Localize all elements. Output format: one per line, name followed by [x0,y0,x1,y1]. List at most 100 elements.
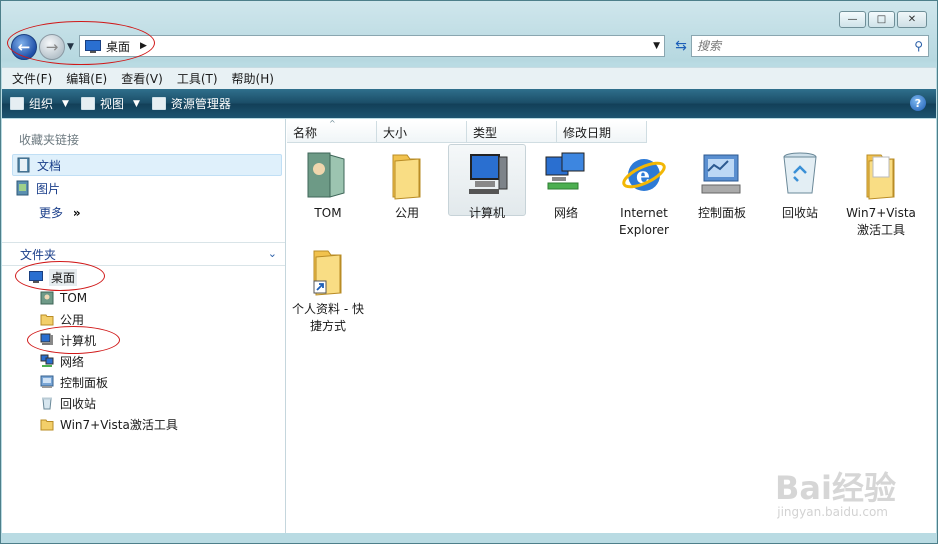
item-label: 个人资料 - 快捷方式 [292,302,364,333]
control-panel-icon [40,375,54,388]
explorer-window: — □ ✕ ← → ▼ 桌面 ▶ ▼ ⇆ ⚲ 文件(F) [0,0,938,544]
network-icon [545,152,585,190]
organize-icon [10,97,24,110]
file-item-activation-tool[interactable]: Win7+Vista 激活工具 [843,147,919,239]
tree-item-label: TOM [60,291,88,305]
file-item-recycle-bin[interactable]: 回收站 [762,147,838,222]
internet-explorer-icon: e [622,159,666,191]
tree-item-label: 计算机 [60,333,97,348]
menu-bar: 文件(F) 编辑(E) 查看(V) 工具(T) 帮助(H) [2,67,936,89]
desktop-icon [29,271,43,283]
file-item-public[interactable]: 公用 [369,147,445,222]
explorer-icon [151,97,166,110]
sort-up-icon: ^ [329,119,336,128]
file-item-computer[interactable]: 计算机 [448,144,526,222]
search-icon[interactable]: ⚲ [914,39,923,53]
item-label: 控制面板 [697,206,746,220]
watermark-logo: Bai经验 [775,469,896,507]
recycle-bin-icon [783,152,817,194]
folders-heading: 文件夹 [20,247,57,262]
minimize-button[interactable]: — [839,11,866,28]
back-button[interactable]: ← [11,34,37,60]
column-name[interactable]: ^ 名称 [287,119,377,143]
favorite-item-documents[interactable]: 文档 [12,154,282,176]
column-label: 修改日期 [563,125,612,140]
more-arrows-icon: » [72,206,81,220]
help-icon[interactable]: ? [910,95,926,111]
close-button[interactable]: ✕ [897,11,927,28]
navigation-pane: 收藏夹链接 文档 图片 更多 » 文件夹 ⌄ 桌面 TOM 公用 计算机 网络 … [2,119,286,533]
address-bar[interactable]: 桌面 ▶ ▼ [79,35,665,57]
caption-buttons: — □ ✕ [839,11,927,28]
forward-button[interactable]: → [39,34,65,60]
folders-header[interactable]: 文件夹 ⌄ [2,242,285,266]
menu-edit[interactable]: 编辑(E) [66,70,107,87]
computer-icon [469,154,508,194]
address-dropdown-icon[interactable]: ▼ [653,41,660,51]
file-item-tom[interactable]: TOM [290,147,366,222]
favorites-heading: 收藏夹链接 [19,133,80,147]
tree-item-desktop[interactable]: 桌面 [29,267,78,287]
column-header-row: ^ 名称 大小 类型 修改日期 [287,119,647,143]
file-item-internet-explorer[interactable]: e Internet Explorer [606,147,682,239]
maximize-button[interactable]: □ [868,11,895,28]
item-label: Win7+Vista 激活工具 [846,206,916,237]
computer-icon [40,333,53,345]
menu-help[interactable]: 帮助(H) [232,70,274,87]
views-button[interactable]: 视图 ▼ [80,95,140,112]
column-label: 大小 [383,125,408,140]
pictures-icon [16,180,29,196]
address-location[interactable]: 桌面 [106,38,130,55]
command-toolbar: 组织 ▼ 视图 ▼ 资源管理器 ? [2,89,936,118]
documents-icon [17,157,30,173]
desktop-icon [85,39,101,53]
column-label: 名称 [293,125,318,140]
column-modified[interactable]: 修改日期 [557,121,647,143]
search-input[interactable] [697,39,897,53]
folder-icon [866,154,895,200]
tree-item-computer[interactable]: 计算机 [40,330,96,350]
menu-file[interactable]: 文件(F) [12,70,52,87]
favorite-item-label: 文档 [37,158,62,173]
refresh-icon: ⇆ [675,38,687,54]
item-label: 计算机 [468,206,505,220]
views-label: 视图 [99,97,124,111]
tree-item-label: 控制面板 [60,375,109,390]
file-item-network[interactable]: 网络 [528,147,604,222]
tree-item-network[interactable]: 网络 [40,351,84,371]
folder-icon [40,419,54,431]
refresh-button[interactable]: ⇆ [669,35,693,57]
shortcut-folder-icon [313,250,342,296]
tree-item-control-panel[interactable]: 控制面板 [40,372,108,392]
search-box[interactable]: ⚲ [691,35,929,57]
column-type[interactable]: 类型 [467,121,557,143]
address-separator-icon[interactable]: ▶ [140,41,147,51]
tree-item-activation-tool[interactable]: Win7+Vista激活工具 [40,414,178,434]
favorite-item-label: 图片 [36,181,61,196]
tree-item-recycle-bin[interactable]: 回收站 [40,393,96,413]
address-row: ← → ▼ 桌面 ▶ ▼ ⇆ ⚲ [9,33,929,60]
menu-view[interactable]: 查看(V) [121,70,163,87]
item-label: 回收站 [781,206,818,220]
recent-pages-dropdown[interactable]: ▼ [67,42,74,52]
file-list-pane: ^ 名称 大小 类型 修改日期 TOM 公用 计算机 网络 e Internet… [287,119,936,533]
organize-button[interactable]: 组织 ▼ [10,95,69,112]
tree-item-tom[interactable]: TOM [40,288,87,308]
tree-item-label: 桌面 [49,268,78,286]
item-label: 网络 [553,206,578,220]
back-arrow-icon: ← [17,38,31,56]
favorite-item-pictures[interactable]: 图片 [12,177,282,199]
forward-arrow-icon: → [45,38,59,56]
folders-chevron-icon[interactable]: ⌄ [268,247,277,260]
recycle-bin-icon [42,397,52,410]
tree-item-public[interactable]: 公用 [40,309,84,329]
more-link[interactable]: 更多 » [39,204,81,221]
menu-tools[interactable]: 工具(T) [177,70,218,87]
explorer-button[interactable]: 资源管理器 [151,95,231,112]
file-item-control-panel[interactable]: 控制面板 [684,147,760,222]
views-caret-icon: ▼ [132,98,140,109]
column-size[interactable]: 大小 [377,121,467,143]
network-icon [40,354,54,367]
organize-label: 组织 [29,97,54,111]
file-item-profile-shortcut[interactable]: 个人资料 - 快捷方式 [290,243,366,335]
